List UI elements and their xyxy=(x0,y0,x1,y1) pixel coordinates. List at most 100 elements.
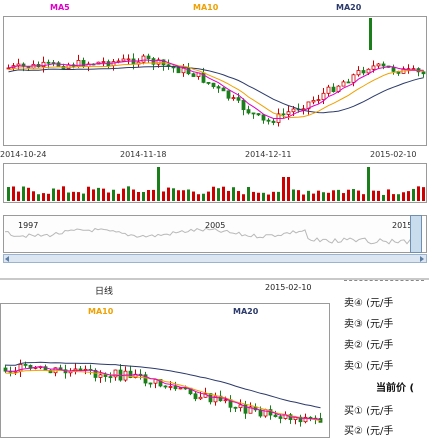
candle-body xyxy=(238,404,243,409)
volume-bar xyxy=(217,188,220,201)
volume-bar xyxy=(202,193,205,201)
volume-bar xyxy=(337,189,340,201)
candle-body xyxy=(221,87,226,92)
candle-body xyxy=(121,58,126,62)
volume-bar xyxy=(107,192,110,201)
candle-body xyxy=(256,113,261,116)
volume-bar xyxy=(392,194,395,201)
candle-body xyxy=(206,82,211,84)
volume-bar xyxy=(67,192,70,201)
volume-bar xyxy=(242,194,245,201)
volume-bar xyxy=(37,194,40,201)
candle-body xyxy=(391,66,396,72)
lower-legend-ma10: MA10 xyxy=(88,307,114,316)
volume-bar xyxy=(197,194,200,201)
order-row-sell4: 卖④ (元/手 xyxy=(344,298,394,309)
candle-body xyxy=(351,74,356,83)
volume-bar xyxy=(27,187,30,201)
volume-bar xyxy=(382,194,385,201)
candle-body xyxy=(341,81,346,87)
ma10-line xyxy=(8,62,424,119)
volume-bar xyxy=(142,191,145,201)
volume-bar xyxy=(182,190,185,201)
candle-body xyxy=(233,406,238,409)
candle-body xyxy=(376,63,381,67)
order-row-sell3: 卖③ (元/手 xyxy=(344,319,394,330)
volume-bar xyxy=(42,193,45,201)
candle-body xyxy=(23,363,28,366)
candle-body xyxy=(176,67,181,74)
volume-bar xyxy=(32,191,35,201)
volume-bar xyxy=(332,190,335,201)
volume-bar xyxy=(347,189,350,201)
navigator-year: 2005 xyxy=(205,221,226,230)
volume-bar xyxy=(212,186,215,201)
candle-body xyxy=(131,58,136,65)
scroll-right-arrow-icon[interactable] xyxy=(420,256,424,262)
volume-bar xyxy=(247,187,250,201)
candle-body xyxy=(361,70,366,74)
order-row-sell2: 卖② (元/手 xyxy=(344,340,394,351)
candle-body xyxy=(226,90,231,99)
volume-bar xyxy=(232,187,235,201)
volume-bar xyxy=(417,186,420,201)
candle-body xyxy=(271,120,276,123)
volume-bar xyxy=(352,189,355,201)
volume-bar xyxy=(22,186,25,201)
candle-body xyxy=(146,55,151,60)
volume-chart xyxy=(7,167,425,201)
order-row-sell1: 卖① (元/手 xyxy=(344,361,394,372)
volume-bar xyxy=(112,189,115,201)
candle-body xyxy=(246,109,251,114)
current-price-label: 当前价 ( xyxy=(376,383,415,394)
legend-ma20: MA20 xyxy=(336,3,362,12)
volume-bar xyxy=(227,190,230,201)
candle-body xyxy=(111,61,116,67)
candle-body xyxy=(381,63,386,67)
candle-body xyxy=(108,376,113,378)
candle-body xyxy=(231,97,236,100)
volume-bar xyxy=(222,186,225,201)
volume-bar xyxy=(357,190,360,201)
volume-bar xyxy=(297,190,300,201)
volume-bar xyxy=(342,193,345,201)
volume-bar xyxy=(307,190,310,201)
volume-bar xyxy=(97,187,100,201)
lower-candle-chart xyxy=(3,359,323,427)
candle-body xyxy=(261,114,266,121)
navigator-scrollbar[interactable] xyxy=(3,254,427,263)
date-label: 2014-11-18 xyxy=(120,150,167,159)
candle-body xyxy=(316,99,321,102)
candle-body xyxy=(191,73,196,77)
volume-bar xyxy=(322,192,325,201)
volume-bar xyxy=(377,190,380,201)
volume-bar xyxy=(72,191,75,201)
volume-bar xyxy=(177,190,180,201)
candle-body xyxy=(369,18,372,50)
candle-body xyxy=(291,108,296,113)
volume-bar xyxy=(317,190,320,201)
candle-body xyxy=(113,369,118,378)
volume-bar xyxy=(147,189,150,201)
volume-bar xyxy=(237,191,240,201)
legend-ma5: MA5 xyxy=(50,3,70,12)
volume-bar xyxy=(132,189,135,201)
candle-body xyxy=(346,81,351,84)
candle-body xyxy=(371,65,376,70)
candle-body xyxy=(211,82,216,88)
candle-body xyxy=(326,86,331,94)
volume-bar xyxy=(167,187,170,201)
candle-body xyxy=(178,387,183,390)
volume-bar xyxy=(282,177,285,201)
scroll-left-arrow-icon[interactable] xyxy=(5,256,9,262)
candle-body xyxy=(103,374,108,377)
candle-body xyxy=(311,100,316,103)
volume-bar xyxy=(117,193,120,201)
volume-bar xyxy=(47,193,50,201)
volume-bar xyxy=(87,186,90,201)
volume-bar xyxy=(172,188,175,201)
date-axis: 2014-10-24 2014-11-18 2014-12-11 2015-02… xyxy=(0,150,429,162)
navigator-year: 1997 xyxy=(18,221,39,230)
volume-bar xyxy=(287,177,290,201)
navigator-range-handle[interactable] xyxy=(410,215,422,253)
